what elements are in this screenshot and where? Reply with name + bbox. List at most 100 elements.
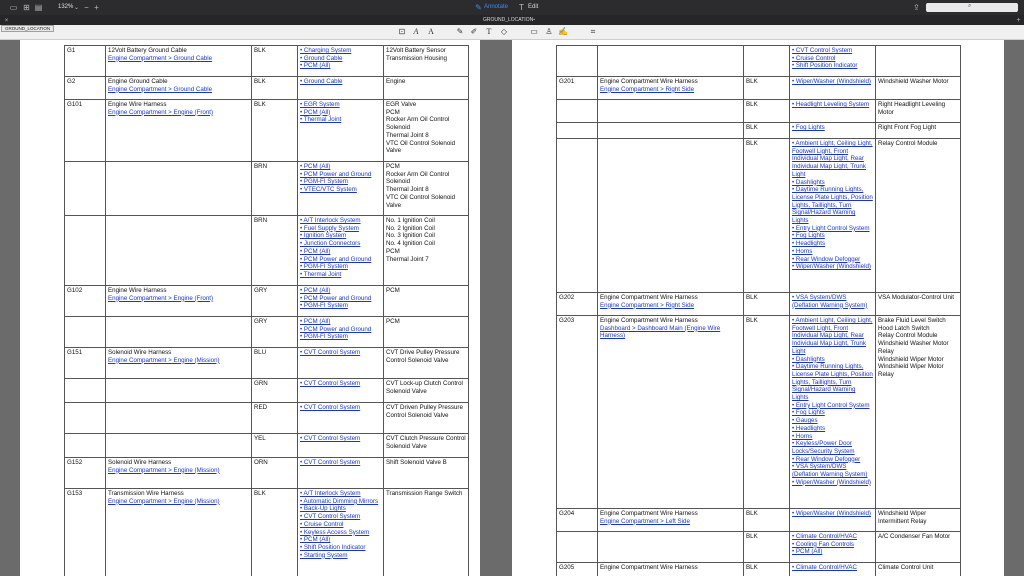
system-link[interactable]: • Rear Window Defogger: [792, 456, 873, 464]
document-tab-label[interactable]: GROUND_LOCATION: [1, 25, 55, 32]
system-link[interactable]: • Horns: [792, 248, 873, 256]
system-link[interactable]: • CVT Control System: [300, 404, 381, 412]
system-link[interactable]: • PGM-FI System: [300, 333, 381, 341]
system-link[interactable]: • Shift Position Indicator: [792, 62, 873, 70]
system-link[interactable]: • PCM (All): [300, 163, 381, 171]
location-link[interactable]: Engine Compartment > Engine (Front): [108, 109, 249, 117]
system-link[interactable]: • CVT Control System: [300, 459, 381, 467]
crop-icon[interactable]: ⌗: [588, 27, 598, 37]
system-link[interactable]: • CVT Control System: [300, 380, 381, 388]
annotate-tab[interactable]: Annotate: [484, 4, 508, 10]
system-link[interactable]: • PGM-FI System: [300, 178, 381, 186]
edit-tab[interactable]: Edit: [528, 4, 538, 10]
system-link[interactable]: • Wiper/Washer (Windshield): [792, 78, 873, 86]
font-color-icon[interactable]: A: [426, 27, 436, 37]
system-link[interactable]: • PGM-FI System: [300, 263, 381, 271]
location-link[interactable]: Engine Compartment > Engine (Mission): [108, 467, 249, 475]
system-link[interactable]: • PCM Power and Ground: [300, 295, 381, 303]
system-link[interactable]: • Back-Up Lights: [300, 505, 381, 513]
system-link[interactable]: • Keyless/Power Door Locks/Security Syst…: [792, 440, 873, 455]
highlighter-icon[interactable]: ✐: [469, 27, 479, 37]
comment-icon[interactable]: ▭: [529, 27, 539, 37]
text-recognition-icon[interactable]: ⊡: [397, 27, 407, 37]
document-viewer[interactable]: G1 12Volt Battery Ground Cable Engine Comp…: [0, 40, 1024, 576]
system-link[interactable]: • Headlights: [792, 425, 873, 433]
system-link[interactable]: • Cooling Fan Controls: [792, 541, 873, 549]
system-link[interactable]: • PCM (All): [300, 62, 381, 70]
location-link[interactable]: Engine Compartment > Ground Cable: [108, 86, 249, 94]
system-link[interactable]: • Starting System: [300, 552, 381, 560]
zoom-in-icon[interactable]: +: [91, 2, 102, 13]
system-link[interactable]: • Fog Lights: [792, 124, 873, 132]
system-link[interactable]: • Charging System: [300, 47, 381, 55]
system-link[interactable]: • PGM-FI System: [300, 302, 381, 310]
system-link[interactable]: • PCM (All): [300, 248, 381, 256]
system-link[interactable]: • VSA System/DWS (Deflation Warning Syst…: [792, 294, 873, 309]
system-link[interactable]: • PCM (All): [300, 536, 381, 544]
system-link[interactable]: • Junction Connectors: [300, 240, 381, 248]
location-link[interactable]: Dashboard > Dashboard Main (Engine Wire …: [600, 325, 741, 340]
text-box-icon[interactable]: T: [484, 27, 494, 37]
system-link[interactable]: • Horns: [792, 433, 873, 441]
system-link[interactable]: • Shift Position Indicator: [300, 544, 381, 552]
system-link[interactable]: • CVT Control System: [792, 47, 873, 55]
system-link[interactable]: • Cruise Control: [792, 55, 873, 63]
system-link[interactable]: • PCM Power and Ground: [300, 171, 381, 179]
system-link[interactable]: • Rear Window Defogger: [792, 256, 873, 264]
system-link[interactable]: • Wiper/Washer (Windshield): [792, 263, 873, 271]
system-link[interactable]: • PCM (All): [300, 318, 381, 326]
stamp-icon[interactable]: ♙: [544, 27, 554, 37]
share-icon[interactable]: ⇪: [911, 2, 922, 13]
annotate-pen-icon[interactable]: ✎: [473, 2, 484, 13]
system-link[interactable]: • Daytime Running Lights, License Plate …: [792, 363, 873, 402]
location-link[interactable]: Engine Compartment > Right Side: [600, 86, 741, 94]
system-link[interactable]: • Climate Control/HVAC: [792, 564, 873, 572]
system-link[interactable]: • Entry Light Control System: [792, 225, 873, 233]
system-link[interactable]: • Ground Cable: [300, 78, 381, 86]
system-link[interactable]: • Wiper/Washer (Windshield): [792, 479, 873, 487]
system-link[interactable]: • PCM Power and Ground: [300, 326, 381, 334]
system-link[interactable]: • A/T Interlock System: [300, 490, 381, 498]
system-link[interactable]: • CVT Control System: [300, 349, 381, 357]
system-link[interactable]: • Thermal Joint: [300, 271, 381, 279]
system-link[interactable]: • Dashlights: [792, 356, 873, 364]
system-link[interactable]: • Ambient Light, Ceiling Light, Footwell…: [792, 140, 873, 179]
system-link[interactable]: • Fuel Supply System: [300, 225, 381, 233]
system-link[interactable]: • PCM (All): [300, 109, 381, 117]
location-link[interactable]: Engine Compartment > Engine (Front): [108, 295, 249, 303]
location-link[interactable]: Engine Compartment > Engine (Mission): [108, 498, 249, 506]
system-link[interactable]: • CVT Control System: [300, 513, 381, 521]
system-link[interactable]: • EGR System: [300, 101, 381, 109]
location-link[interactable]: Engine Compartment > Engine (Mission): [108, 357, 249, 365]
text-style-icon[interactable]: A: [411, 27, 421, 37]
system-link[interactable]: • PCM Power and Ground: [300, 256, 381, 264]
signature-icon[interactable]: ✍: [558, 27, 568, 37]
system-link[interactable]: • PCM (All): [300, 287, 381, 295]
system-link[interactable]: • Headlights: [792, 240, 873, 248]
system-link[interactable]: • Entry Light Control System: [792, 402, 873, 410]
location-link[interactable]: Engine Compartment > Right Side: [600, 302, 741, 310]
location-link[interactable]: Engine Compartment > Left Side: [600, 518, 741, 526]
system-link[interactable]: • Daytime Running Lights, License Plate …: [792, 186, 873, 225]
edit-text-icon[interactable]: T: [516, 2, 527, 13]
system-link[interactable]: • Dashlights: [792, 179, 873, 187]
system-link[interactable]: • Fog Lights: [792, 232, 873, 240]
search-field[interactable]: ⌕: [926, 3, 1018, 12]
system-link[interactable]: • VSA System/DWS (Deflation Warning Syst…: [792, 463, 873, 478]
system-link[interactable]: • Ignition System: [300, 232, 381, 240]
system-link[interactable]: • Cruise Control: [300, 521, 381, 529]
thumbnail-grid-icon[interactable]: ⊞: [21, 2, 32, 13]
document-title[interactable]: GROUND_LOCATION: [483, 17, 533, 23]
system-link[interactable]: • PCM (All): [792, 548, 873, 556]
system-link[interactable]: • Gauges: [792, 417, 873, 425]
system-link[interactable]: • Thermal Joint: [300, 116, 381, 124]
pen-icon[interactable]: ✎: [455, 27, 465, 37]
system-link[interactable]: • Ground Cable: [300, 55, 381, 63]
system-link[interactable]: • Wiper/Washer (Windshield): [792, 510, 873, 518]
title-chevron-icon[interactable]: ⌄: [532, 16, 536, 22]
system-link[interactable]: • Automatic Dimming Mirrors: [300, 498, 381, 506]
sidebar-toggle-icon[interactable]: ▭: [8, 2, 19, 13]
system-link[interactable]: • CVT Control System: [300, 435, 381, 443]
shape-icon[interactable]: ◇: [499, 27, 509, 37]
system-link[interactable]: • Headlight Leveling System: [792, 101, 873, 109]
